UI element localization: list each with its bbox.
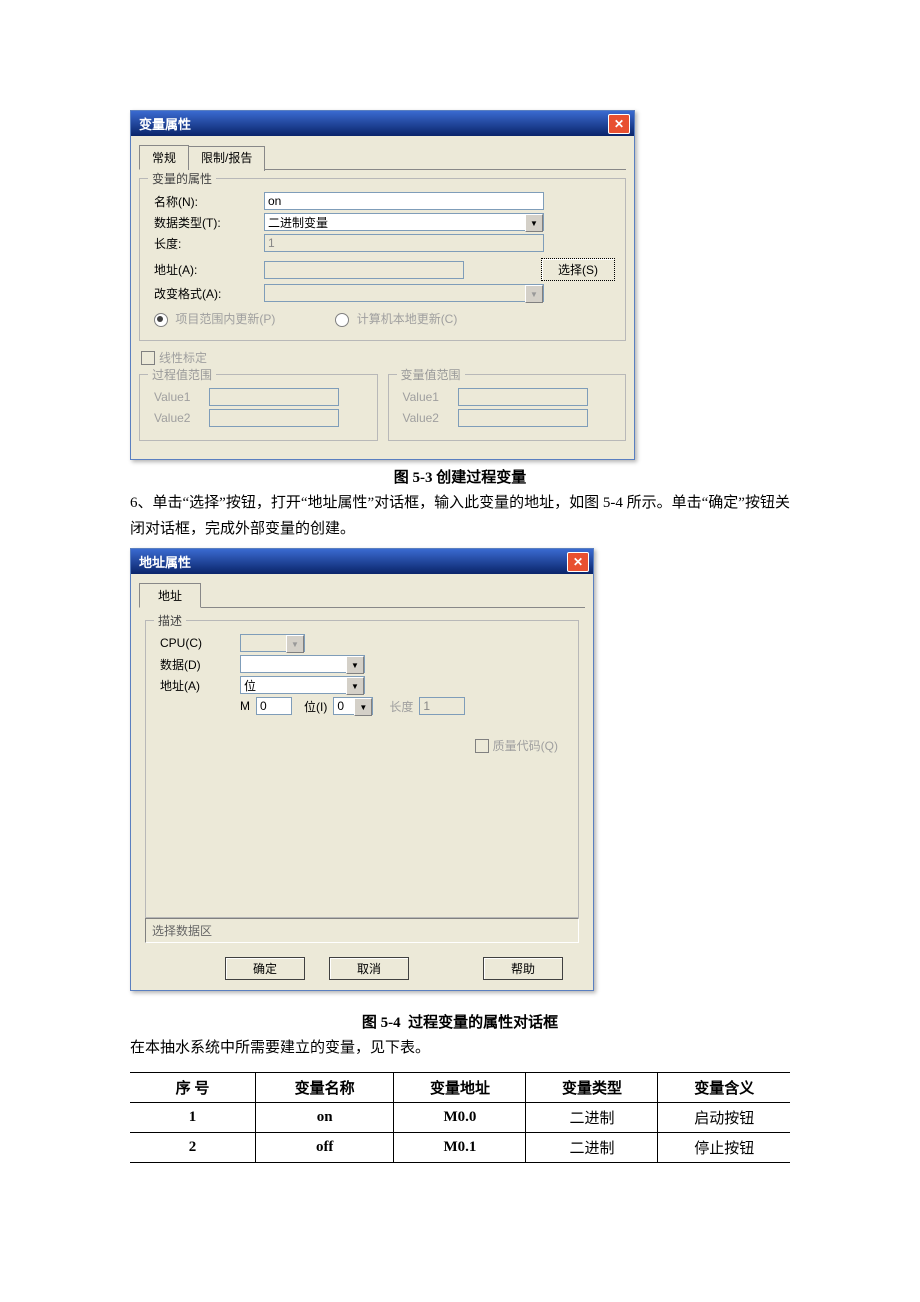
bit-select[interactable]: ▼	[333, 697, 373, 715]
label-value2: Value2	[154, 411, 209, 425]
proc-value1-input	[209, 388, 339, 406]
quality-code-check: 质量代码(Q)	[493, 737, 558, 754]
cpu-select: ▼	[240, 634, 305, 652]
address-properties-dialog: 地址属性 ✕ 地址 描述 CPU(C) ▼	[130, 548, 594, 991]
length-input	[264, 234, 544, 252]
label-address: 地址(A):	[154, 261, 264, 278]
label-format: 改变格式(A):	[154, 285, 264, 302]
len-input	[419, 697, 465, 715]
variable-properties-dialog: 变量属性 ✕ 常规 限制/报告 变量的属性 名称(N): 数据类型(T): ▼	[130, 110, 635, 460]
label-value2: Value2	[403, 411, 458, 425]
figure-5-4-caption: 图 5-4 过程变量的属性对话框	[130, 1011, 790, 1032]
help-button[interactable]: 帮助	[483, 957, 563, 980]
th-mean: 变量含义	[658, 1072, 790, 1102]
figure-5-3-caption: 图 5-3 创建过程变量	[130, 466, 790, 487]
format-select: ▼	[264, 284, 544, 302]
checkbox-icon	[141, 351, 155, 365]
th-type: 变量类型	[526, 1072, 658, 1102]
close-icon[interactable]: ✕	[608, 114, 630, 134]
paragraph-step-6: 6、单击“选择”按钮，打开“地址属性”对话框，输入此变量的地址，如图 5-4 所…	[130, 491, 790, 542]
th-addr: 变量地址	[394, 1072, 526, 1102]
radio-icon	[335, 313, 349, 327]
radio-local-update: 计算机本地更新(C)	[335, 310, 457, 327]
chevron-down-icon[interactable]: ▼	[346, 677, 364, 695]
tabbar: 常规 限制/报告	[139, 144, 626, 170]
label-m: M	[240, 699, 250, 713]
radio-project-update: 项目范围内更新(P)	[154, 310, 275, 327]
th-name: 变量名称	[255, 1072, 394, 1102]
group-process-range: 过程值范围 Value1 Value2	[139, 374, 378, 441]
address-input	[264, 261, 464, 279]
label-len: 长度	[389, 698, 413, 715]
button-row: 确定 取消 帮助	[145, 951, 579, 980]
table-row: 1 on M0.0 二进制 启动按钮	[130, 1102, 790, 1132]
group-legend: 变量的属性	[148, 170, 216, 187]
var-value1-input	[458, 388, 588, 406]
group-variable-range: 变量值范围 Value1 Value2	[388, 374, 627, 441]
group-description: 描述 CPU(C) ▼ 数据(D) ▼	[145, 620, 579, 918]
status-text: 选择数据区	[145, 918, 579, 943]
m-input[interactable]	[256, 697, 292, 715]
proc-value2-input	[209, 409, 339, 427]
label-value1: Value1	[154, 390, 209, 404]
chevron-down-icon: ▼	[286, 635, 304, 653]
select-button[interactable]: 选择(S)	[541, 258, 615, 281]
var-value2-input	[458, 409, 588, 427]
addr-select[interactable]: ▼	[240, 676, 365, 694]
tab-address[interactable]: 地址	[139, 583, 201, 608]
close-icon[interactable]: ✕	[567, 552, 589, 572]
paragraph-table-intro: 在本抽水系统中所需要建立的变量，见下表。	[130, 1036, 790, 1062]
label-data: 数据(D)	[160, 656, 240, 673]
label-length: 长度:	[154, 235, 264, 252]
label-name: 名称(N):	[154, 193, 264, 210]
variables-table: 序 号 变量名称 变量地址 变量类型 变量含义 1 on M0.0 二进制 启动…	[130, 1072, 790, 1163]
ok-button[interactable]: 确定	[225, 957, 305, 980]
label-addr: 地址(A)	[160, 677, 240, 694]
data-select[interactable]: ▼	[240, 655, 365, 673]
linear-scaling-check: 线性标定	[159, 349, 207, 366]
label-value1: Value1	[403, 390, 458, 404]
titlebar: 地址属性 ✕	[131, 549, 593, 574]
chevron-down-icon: ▼	[525, 285, 543, 303]
radio-icon	[154, 313, 168, 327]
th-no: 序 号	[130, 1072, 255, 1102]
cancel-button[interactable]: 取消	[329, 957, 409, 980]
chevron-down-icon[interactable]: ▼	[525, 214, 543, 232]
chevron-down-icon[interactable]: ▼	[346, 656, 364, 674]
chevron-down-icon[interactable]: ▼	[354, 698, 372, 716]
dialog-title: 变量属性	[139, 114, 608, 133]
tabbar: 地址	[139, 582, 585, 608]
dialog-title: 地址属性	[139, 552, 567, 571]
tab-limit[interactable]: 限制/报告	[188, 146, 265, 171]
label-cpu: CPU(C)	[160, 636, 240, 650]
datatype-select[interactable]: ▼	[264, 213, 544, 231]
titlebar: 变量属性 ✕	[131, 111, 634, 136]
checkbox-icon	[475, 739, 489, 753]
label-datatype: 数据类型(T):	[154, 214, 264, 231]
name-input[interactable]	[264, 192, 544, 210]
group-variable-props: 变量的属性 名称(N): 数据类型(T): ▼ 长度:	[139, 178, 626, 341]
tab-general[interactable]: 常规	[139, 145, 189, 170]
table-row: 2 off M0.1 二进制 停止按钮	[130, 1132, 790, 1162]
label-bit: 位(I)	[304, 698, 327, 715]
